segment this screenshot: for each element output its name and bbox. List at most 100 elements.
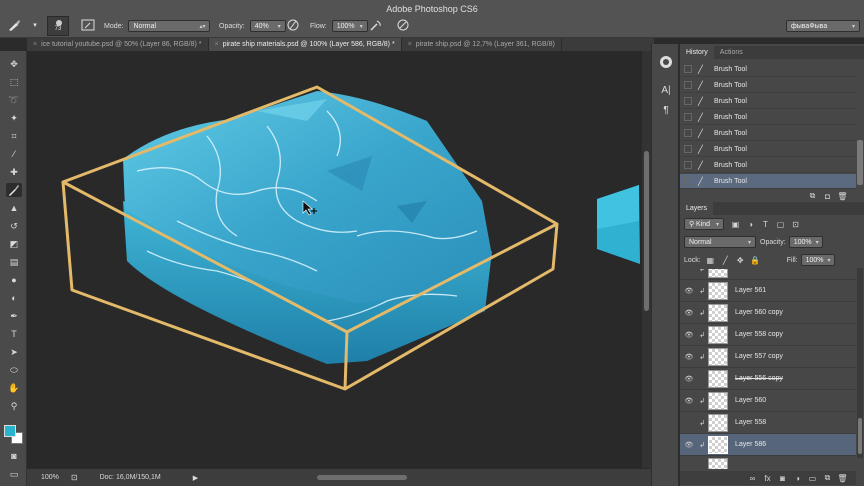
tab-ice-tutorial[interactable]: × ice tutorial youtube.psd @ 50% (Layer 8… xyxy=(27,38,209,51)
hand-tool-icon[interactable]: ✋ xyxy=(6,381,22,395)
blur-tool-icon[interactable]: ● xyxy=(6,273,22,287)
clone-stamp-tool-icon[interactable]: ▲ xyxy=(6,201,22,215)
layer-row[interactable]: ↲ Layer 558 xyxy=(680,412,856,434)
fill-input[interactable]: 100% ▾ xyxy=(800,254,835,266)
new-layer-icon[interactable]: ⧉ xyxy=(822,473,833,484)
close-icon[interactable]: × xyxy=(215,41,219,48)
path-selection-tool-icon[interactable]: ➤ xyxy=(6,345,22,359)
play-arrow-icon[interactable]: ▶ xyxy=(193,474,198,482)
history-brush-tool-icon[interactable]: ↺ xyxy=(6,219,22,233)
kind-filter-dropdown[interactable]: ⚲ Kind ▾ xyxy=(684,218,724,230)
fx-icon[interactable]: fx xyxy=(762,473,773,484)
canvas-horizontal-scrollbar[interactable] xyxy=(317,475,407,480)
lock-transparent-icon[interactable]: ▦ xyxy=(705,255,716,266)
brush-tool-preset-icon[interactable] xyxy=(6,17,22,33)
lock-pixels-icon[interactable]: ╱ xyxy=(720,255,731,266)
tab-actions[interactable]: Actions xyxy=(714,46,749,59)
tab-pirate-ship-materials[interactable]: × pirate ship materials.psd @ 100% (Layer… xyxy=(208,38,402,51)
marquee-tool-icon[interactable]: ⬚ xyxy=(6,75,22,89)
eye-icon[interactable]: 👁 xyxy=(682,309,696,317)
preset-dropdown-arrow-icon[interactable]: ▾ xyxy=(27,17,43,33)
adjustment-filter-icon[interactable]: ◑ xyxy=(745,219,756,230)
layer-row[interactable] xyxy=(680,456,856,469)
tab-layers[interactable]: Layers xyxy=(680,202,714,215)
pressure-opacity-icon[interactable] xyxy=(285,17,301,33)
airbrush-icon[interactable] xyxy=(368,17,384,33)
layer-row-selected[interactable]: 👁 ↲ Layer 586 xyxy=(680,434,856,456)
scroll-thumb[interactable] xyxy=(644,151,649,311)
new-document-from-state-icon[interactable]: ⧉ xyxy=(807,191,818,202)
history-item[interactable]: ╱ Brush Tool xyxy=(680,62,856,77)
healing-brush-tool-icon[interactable]: ✚ xyxy=(6,165,22,179)
close-icon[interactable]: × xyxy=(408,41,412,48)
history-item-current[interactable]: ╱ Brush Tool xyxy=(680,174,856,189)
lock-position-icon[interactable]: ✥ xyxy=(735,255,746,266)
history-item[interactable]: ╱ Brush Tool xyxy=(680,110,856,125)
tab-pirate-ship[interactable]: × pirate ship.psd @ 12,7% (Layer 361, RGB… xyxy=(402,38,562,51)
gradient-tool-icon[interactable]: ▤ xyxy=(6,255,22,269)
group-folder-icon[interactable]: ▭ xyxy=(807,473,818,484)
eyedropper-tool-icon[interactable]: ⁄ xyxy=(6,147,22,161)
magic-wand-tool-icon[interactable]: ✦ xyxy=(6,111,22,125)
zoom-tool-icon[interactable]: ⚲ xyxy=(6,399,22,413)
history-item[interactable]: ╱ Brush Tool xyxy=(680,94,856,109)
brush-size-picker[interactable]: 73 xyxy=(47,16,69,36)
snapshot-checkbox[interactable] xyxy=(684,161,692,169)
blend-mode-dropdown[interactable]: Normal ▾ xyxy=(684,236,756,248)
layer-row[interactable]: 👁 ↲ Layer 560 copy xyxy=(680,302,856,324)
type-filter-icon[interactable]: T xyxy=(760,219,771,230)
quick-mask-icon[interactable]: ◙ xyxy=(6,449,22,463)
dodge-tool-icon[interactable]: ◐ xyxy=(6,291,22,305)
snapshot-checkbox[interactable] xyxy=(684,65,692,73)
share-icon[interactable]: ⊡ xyxy=(71,473,78,482)
eye-icon[interactable]: 👁 xyxy=(682,397,696,405)
close-icon[interactable]: × xyxy=(33,41,37,48)
mode-dropdown[interactable]: Normal ▴▾ xyxy=(128,20,211,32)
link-icon[interactable]: ∞ xyxy=(747,473,758,484)
doc-info[interactable]: Doc: 16,0M/150,1M xyxy=(100,474,161,481)
layer-row[interactable]: 👁 ↲ Layer 558 copy xyxy=(680,324,856,346)
crop-tool-icon[interactable]: ⌗ xyxy=(6,129,22,143)
eye-icon[interactable]: 👁 xyxy=(682,375,696,383)
pen-tool-icon[interactable]: ✒ xyxy=(6,309,22,323)
adjustment-layer-icon[interactable]: ◑ xyxy=(792,473,803,484)
snapshot-checkbox[interactable] xyxy=(684,129,692,137)
history-item[interactable]: ╱ Brush Tool xyxy=(680,142,856,157)
eye-icon[interactable]: 👁 xyxy=(682,441,696,449)
flow-input[interactable]: 100% ▾ xyxy=(331,20,368,32)
layer-row[interactable]: 👁 Layer 556 copy xyxy=(680,368,856,390)
camera-icon[interactable]: ◘ xyxy=(822,191,833,202)
canvas-vertical-scrollbar[interactable] xyxy=(642,51,651,468)
brush-tool-icon[interactable] xyxy=(6,183,22,197)
paragraph-panel-icon[interactable]: ¶ xyxy=(658,102,674,118)
snapshot-checkbox[interactable] xyxy=(684,145,692,153)
snapshot-checkbox[interactable] xyxy=(684,97,692,105)
document-canvas[interactable] xyxy=(27,51,651,468)
history-item[interactable]: ╱ Brush Tool xyxy=(680,126,856,141)
eye-icon[interactable]: 👁 xyxy=(682,331,696,339)
eye-icon[interactable]: 👁 xyxy=(682,353,696,361)
move-tool-icon[interactable]: ✥ xyxy=(6,57,22,71)
mask-icon[interactable]: ◙ xyxy=(777,473,788,484)
shape-filter-icon[interactable]: ▢ xyxy=(775,219,786,230)
layer-opacity-input[interactable]: 100% ▾ xyxy=(788,236,823,248)
foreground-color-swatch[interactable] xyxy=(4,425,16,437)
layer-row[interactable]: 👁 ↲ Layer 561 xyxy=(680,280,856,302)
lasso-tool-icon[interactable]: ➰ xyxy=(6,93,22,107)
layer-row[interactable]: 👁 ↲ Layer 560 xyxy=(680,390,856,412)
eraser-tool-icon[interactable]: ◩ xyxy=(6,237,22,251)
smart-object-filter-icon[interactable]: ⊡ xyxy=(790,219,801,230)
layer-row[interactable]: 👁 ↲ Layer 557 copy xyxy=(680,346,856,368)
snapshot-checkbox[interactable] xyxy=(684,81,692,89)
shape-tool-icon[interactable]: ⬭ xyxy=(6,363,22,377)
history-panel-icon[interactable] xyxy=(658,54,674,70)
scroll-thumb[interactable] xyxy=(858,418,862,454)
eye-icon[interactable]: 👁 xyxy=(682,287,696,295)
workspace-dropdown[interactable]: фываФыва ▾ xyxy=(786,20,860,32)
snapshot-checkbox[interactable] xyxy=(684,177,692,185)
layer-row[interactable]: ↲ xyxy=(680,269,856,280)
trash-icon[interactable]: 🗑 xyxy=(837,191,848,202)
layers-scrollbar[interactable] xyxy=(857,268,863,458)
history-item[interactable]: ╱ Brush Tool xyxy=(680,158,856,173)
opacity-input[interactable]: 40% ▾ xyxy=(249,20,286,32)
